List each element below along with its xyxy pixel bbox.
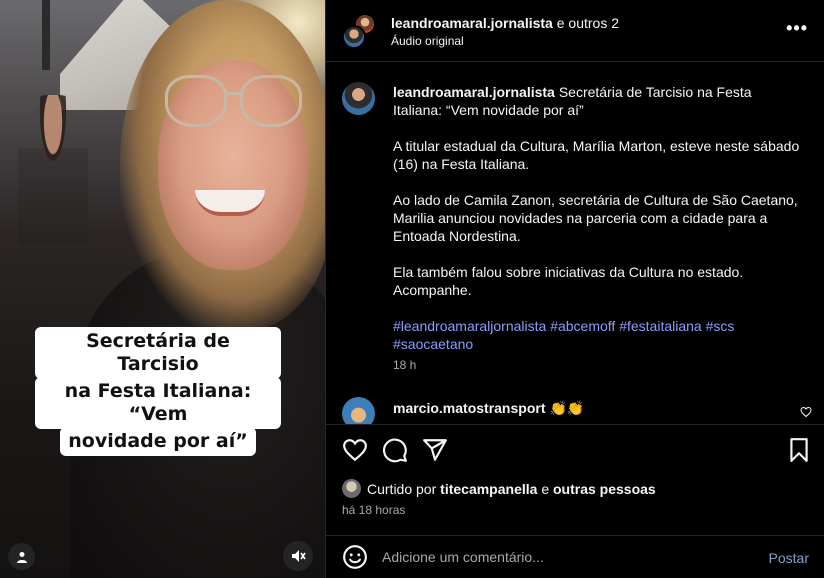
comment-username-link[interactable]: marcio.matostransport [393,400,545,416]
post-actions: Curtido por titecampanella e outras pess… [326,424,824,534]
video-caption-overlay: Secretária de Tarcisio na Festa Italiana… [35,327,281,456]
avatar [342,25,366,49]
caption-timestamp[interactable]: 18 h [393,358,416,372]
speaker-muted-icon [292,550,306,562]
caption-username-link[interactable]: leandroamaral.jornalista [393,84,555,100]
more-options-icon[interactable]: ••• [786,18,808,39]
user-icon [16,551,27,563]
collab-others-link[interactable]: e outros 2 [557,15,619,31]
save-bookmark-icon[interactable] [786,437,812,463]
comment-like-icon[interactable] [800,406,812,418]
background-pole [42,0,50,70]
post-caption: leandroamaral.jornalista Secretária de Ta… [393,83,803,371]
collab-avatars[interactable] [342,13,378,49]
comments-section: leandroamaral.jornalista Secretária de Ta… [326,62,824,424]
post-timestamp[interactable]: há 18 horas [342,503,405,517]
caption-paragraph: Ela também falou sobre iniciativas da Cu… [393,264,744,298]
avatar[interactable] [342,397,375,424]
emoji-icon[interactable] [342,544,368,570]
caption-paragraph: Ao lado de Camila Zanon, secretária de C… [393,192,798,244]
post-header: leandroamaral.jornalista e outros 2 Áudi… [326,0,824,62]
glasses-right-lens [240,75,302,127]
header-authors: leandroamaral.jornalista e outros 2 [391,15,619,31]
comment-input[interactable] [382,544,742,570]
comment-item: marcio.matostransport 👏👏 [393,400,584,417]
share-send-icon[interactable] [422,437,448,463]
caption-hashtags[interactable]: #leandroamaraljornalista #abcemoff #fest… [393,317,803,353]
caption-paragraph: leandroamaral.jornalista Secretária de Ta… [393,83,803,119]
author-username-link[interactable]: leandroamaral.jornalista [391,15,553,31]
glasses-bridge [225,92,242,95]
audio-link[interactable]: Áudio original [391,34,464,48]
liked-prefix: Curtido por [367,480,437,497]
liked-user-link[interactable]: titecampanella [440,481,537,497]
liked-others-link[interactable]: outras pessoas [553,481,656,497]
video-caption-line: na Festa Italiana: “Vem [35,377,281,429]
video-caption-line: Secretária de Tarcisio [35,327,281,379]
avatar[interactable] [342,82,375,115]
comment-composer: Postar [326,535,824,578]
post-video[interactable]: Secretária de Tarcisio na Festa Italiana… [0,0,325,578]
comment-text: 👏👏 [549,400,585,416]
post-comment-button[interactable]: Postar [769,550,809,566]
comment-bubble-icon[interactable] [382,437,408,463]
liked-by-summary: Curtido por titecampanella e outras pess… [342,479,656,498]
glasses-left-lens [165,75,227,127]
background-person [18,95,88,245]
mute-button[interactable] [283,541,313,571]
liked-and: e [541,480,550,497]
caption-paragraph: A titular estadual da Cultura, Marília M… [393,138,800,172]
tagged-user-button[interactable] [8,543,35,570]
avatar[interactable] [342,479,361,498]
video-caption-line: novidade por aí” [60,427,256,456]
post-details-panel: leandroamaral.jornalista e outros 2 Áudi… [325,0,824,578]
like-heart-icon[interactable] [342,437,368,463]
